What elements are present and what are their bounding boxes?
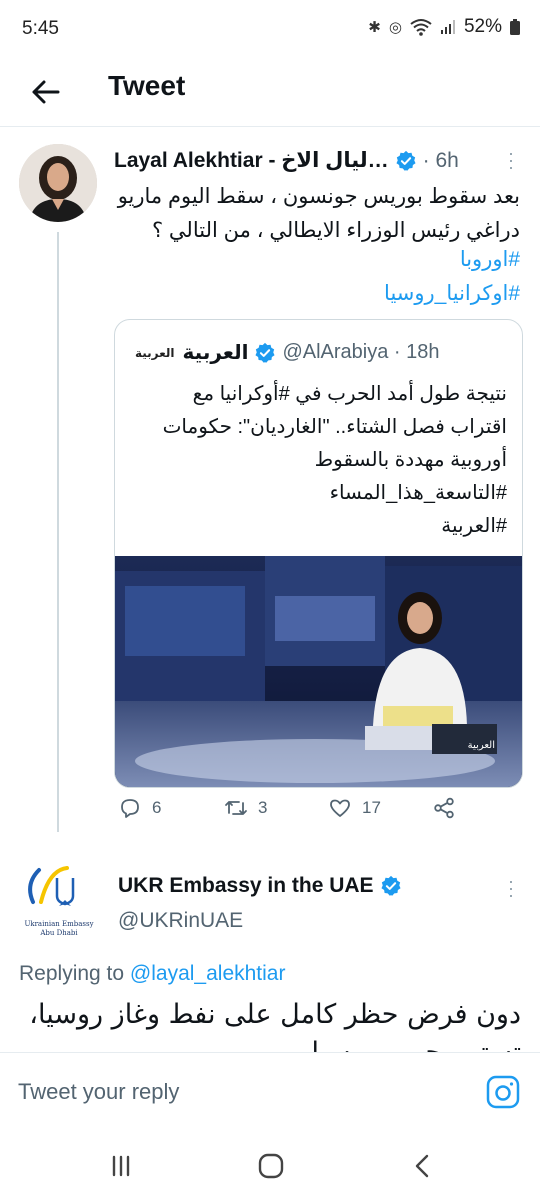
avatar[interactable]: Ukrainian Embassy Abu Dhabi bbox=[19, 862, 99, 942]
home-icon[interactable] bbox=[256, 1151, 286, 1181]
bluetooth-icon: ✱ bbox=[368, 19, 381, 36]
reply-icon bbox=[121, 799, 139, 818]
tweet-time: · 6h bbox=[422, 148, 459, 172]
like-count: 17 bbox=[362, 798, 381, 817]
hashtag-link[interactable]: #اوكرانيا_روسيا bbox=[114, 281, 520, 306]
reply-author-handle[interactable]: @UKRinUAE bbox=[118, 909, 243, 933]
retweet-count: 3 bbox=[258, 798, 268, 817]
replying-to-label: Replying to bbox=[19, 962, 130, 985]
quoted-avatar-logo: العربية bbox=[135, 345, 175, 360]
news-studio-image[interactable]: العربية bbox=[115, 556, 522, 787]
author-name[interactable]: Layal Alekhtiar - ليال الاخ… bbox=[114, 148, 389, 173]
top-bar: Tweet bbox=[0, 60, 540, 127]
hashtag-link[interactable]: #اوروبا bbox=[114, 247, 520, 272]
camera-icon[interactable] bbox=[486, 1075, 520, 1109]
more-vertical-icon[interactable]: · · · bbox=[506, 872, 516, 904]
reply-count: 6 bbox=[152, 798, 162, 817]
more-vertical-icon[interactable]: · · · bbox=[506, 144, 516, 176]
quoted-handle-time: @AlArabiya · 18h bbox=[282, 341, 440, 363]
verified-badge-icon bbox=[396, 150, 416, 171]
embassy-logo: Ukrainian Embassy Abu Dhabi bbox=[24, 866, 94, 937]
retweet-button[interactable]: 3 bbox=[224, 796, 267, 820]
quoted-author-line: العربية العربية @AlArabiya · 18h bbox=[135, 340, 440, 365]
tweet-author-line: Layal Alekhtiar - ليال الاخ… · 6h bbox=[114, 148, 459, 173]
tweet-text: بعد سقوط بوريس جونسون ، سقط اليوم ماريو … bbox=[117, 185, 520, 242]
avatar-caption: Abu Dhabi bbox=[39, 929, 78, 937]
status-bar: 5:45 ✱ ◎ 52% bbox=[0, 0, 540, 60]
reply-tweet-text: دون فرض حظر كامل على نفط وغاز روسيا، تست… bbox=[29, 999, 521, 1054]
reply-button[interactable]: 6 bbox=[118, 796, 161, 820]
quoted-hashtag: #التاسعة_هذا_المساء bbox=[329, 482, 507, 504]
reply-author-name[interactable]: UKR Embassy in the UAE bbox=[118, 874, 374, 898]
recent-apps-icon[interactable] bbox=[106, 1151, 136, 1181]
retweet-icon bbox=[225, 801, 247, 815]
reply-author-line: UKR Embassy in the UAE bbox=[118, 874, 402, 898]
like-button[interactable]: 17 bbox=[328, 796, 381, 820]
hotspot-icon: ◎ bbox=[388, 19, 402, 36]
reply-input-placeholder[interactable]: Tweet your reply bbox=[18, 1079, 179, 1105]
avatar-photo bbox=[19, 144, 97, 222]
quoted-hashtag: #العربية bbox=[441, 515, 507, 537]
battery-icon bbox=[510, 19, 520, 35]
reply-composer[interactable]: Tweet your reply bbox=[0, 1052, 540, 1133]
quoted-tweet-card[interactable]: العربية العربية @AlArabiya · 18h نتيجة ط… bbox=[114, 319, 523, 788]
avatar[interactable] bbox=[19, 144, 97, 222]
share-icon bbox=[434, 797, 454, 819]
tweet-actions: 6 3 17 bbox=[114, 796, 524, 836]
status-time: 5:45 bbox=[22, 18, 59, 39]
system-nav-bar bbox=[0, 1133, 540, 1200]
share-button[interactable] bbox=[432, 796, 456, 820]
media-watermark: العربية bbox=[468, 740, 495, 751]
signal-icon bbox=[440, 20, 455, 34]
replying-to-link[interactable]: @layal_alekhtiar bbox=[130, 962, 286, 985]
back-arrow-icon[interactable] bbox=[26, 72, 66, 112]
verified-badge-icon bbox=[381, 875, 401, 896]
wifi-icon bbox=[410, 19, 432, 36]
avatar-caption: Ukrainian Embassy bbox=[24, 920, 93, 928]
quoted-tweet-text: نتيجة طول أمد الحرب في #أوكرانيا مع اقتر… bbox=[162, 383, 507, 471]
thread-connector-line bbox=[57, 232, 59, 832]
status-icons: ✱ ◎ 52% bbox=[368, 16, 520, 38]
verified-badge-icon bbox=[255, 342, 275, 363]
page-title: Tweet bbox=[108, 70, 186, 101]
quoted-author-name: العربية bbox=[182, 342, 249, 364]
nav-back-icon[interactable] bbox=[408, 1151, 438, 1181]
replying-to-line: Replying to @layal_alekhtiar bbox=[19, 962, 285, 986]
battery-percent: 52% bbox=[463, 16, 502, 37]
like-icon bbox=[330, 799, 350, 817]
